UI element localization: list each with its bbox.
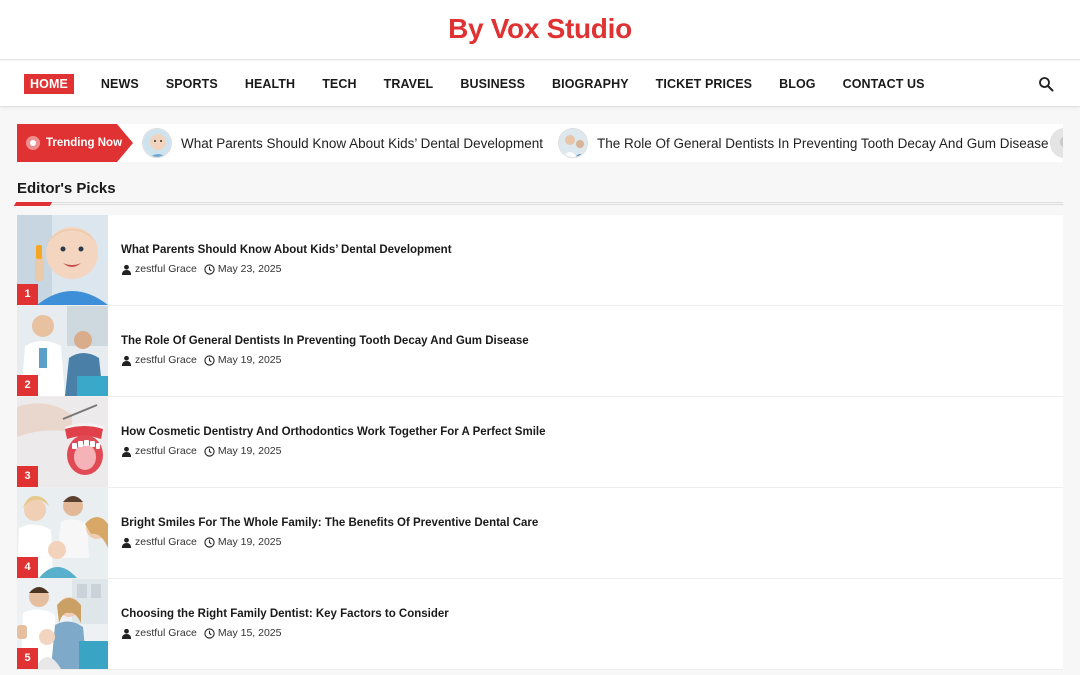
user-icon [121, 264, 132, 275]
rank-badge: 1 [17, 284, 38, 305]
nav-item-sports[interactable]: SPORTS [166, 74, 218, 94]
article-title[interactable]: Choosing the Right Family Dentist: Key F… [121, 608, 449, 620]
user-icon [121, 628, 132, 639]
ticker-thumbnail [142, 128, 172, 158]
user-icon [121, 537, 132, 548]
clock-icon [204, 263, 215, 275]
nav-item-biography[interactable]: BIOGRAPHY [552, 74, 629, 94]
list-item: 1 What Parents Should Know About Kids’ D… [17, 215, 1063, 306]
list-item: 5 Choosing the Right Family Dentist: Key… [17, 579, 1063, 670]
list-item: 3 How Cosmetic Dentistry And Orthodontic… [17, 397, 1063, 488]
trending-label: Trending Now [17, 124, 133, 162]
section-divider [17, 202, 1063, 205]
article-date[interactable]: May 19, 2025 [218, 445, 282, 457]
article-meta: zestful Grace May 19, 2025 [121, 354, 282, 366]
nav-item-travel[interactable]: TRAVEL [384, 74, 434, 94]
article-author[interactable]: zestful Grace [135, 445, 197, 457]
article-title[interactable]: How Cosmetic Dentistry And Orthodontics … [121, 426, 546, 438]
article-thumbnail[interactable]: 2 [17, 306, 108, 396]
article-date[interactable]: May 19, 2025 [218, 536, 282, 548]
article-meta: zestful Grace May 19, 2025 [121, 536, 282, 548]
section-accent-bar [13, 202, 53, 206]
article-meta: zestful Grace May 23, 2025 [121, 263, 282, 275]
site-header: By Vox Studio [0, 0, 1080, 60]
ticker-item[interactable]: The Role Of General Dentists In Preventi… [558, 128, 1048, 158]
article-meta: zestful Grace May 19, 2025 [121, 445, 282, 457]
nav-item-health[interactable]: HEALTH [245, 74, 295, 94]
article-thumbnail[interactable]: 1 [17, 215, 108, 305]
ticker-item[interactable]: What Parents Should Know About Kids’ Den… [142, 128, 543, 158]
rank-badge: 4 [17, 557, 38, 578]
rank-badge: 3 [17, 466, 38, 487]
nav-item-tech[interactable]: TECH [322, 74, 356, 94]
site-title[interactable]: By Vox Studio [448, 13, 632, 45]
clock-icon [204, 627, 215, 639]
nav-item-ticket-prices[interactable]: TICKET PRICES [656, 74, 752, 94]
section-title: Editor's Picks [17, 180, 116, 197]
user-icon [121, 355, 132, 366]
article-title[interactable]: What Parents Should Know About Kids’ Den… [121, 244, 452, 256]
ticker-thumbnail [558, 128, 588, 158]
rank-badge: 5 [17, 648, 38, 669]
search-icon[interactable] [1038, 76, 1054, 92]
article-meta: zestful Grace May 15, 2025 [121, 627, 282, 639]
trending-ticker: Trending Now What Parents Should Know Ab… [17, 124, 1063, 162]
nav-item-blog[interactable]: BLOG [779, 74, 816, 94]
user-icon [121, 446, 132, 457]
article-author[interactable]: zestful Grace [135, 263, 197, 275]
ticker-item-title: The Role Of General Dentists In Preventi… [597, 135, 1049, 151]
article-author[interactable]: zestful Grace [135, 354, 197, 366]
list-item: 2 The Role Of General Dentists In Preven… [17, 306, 1063, 397]
ticker-thumbnail [1050, 128, 1063, 158]
list-item: 4 Bright Smiles For The Whole Family: Th… [17, 488, 1063, 579]
main-nav: HOME NEWS SPORTS HEALTH TECH TRAVEL BUSI… [0, 61, 1080, 107]
article-thumbnail[interactable]: 5 [17, 579, 108, 669]
clock-icon [204, 536, 215, 548]
clock-icon [204, 445, 215, 457]
clock-icon [204, 354, 215, 366]
nav-item-contact-us[interactable]: CONTACT US [843, 74, 925, 94]
ticker-item[interactable] [1050, 128, 1063, 158]
article-author[interactable]: zestful Grace [135, 536, 197, 548]
article-title[interactable]: The Role Of General Dentists In Preventi… [121, 335, 529, 347]
nav-item-business[interactable]: BUSINESS [460, 74, 525, 94]
editors-picks-list: 1 What Parents Should Know About Kids’ D… [17, 215, 1063, 670]
article-author[interactable]: zestful Grace [135, 627, 197, 639]
live-dot-icon [26, 136, 40, 150]
nav-list: HOME NEWS SPORTS HEALTH TECH TRAVEL BUSI… [24, 74, 952, 94]
article-date[interactable]: May 19, 2025 [218, 354, 282, 366]
nav-item-home[interactable]: HOME [24, 74, 74, 94]
article-thumbnail[interactable]: 3 [17, 397, 108, 487]
article-date[interactable]: May 15, 2025 [218, 627, 282, 639]
rank-badge: 2 [17, 375, 38, 396]
article-title[interactable]: Bright Smiles For The Whole Family: The … [121, 517, 538, 529]
article-thumbnail[interactable]: 4 [17, 488, 108, 578]
article-date[interactable]: May 23, 2025 [218, 263, 282, 275]
nav-item-news[interactable]: NEWS [101, 74, 139, 94]
ticker-item-title: What Parents Should Know About Kids’ Den… [181, 135, 543, 151]
trending-label-text: Trending Now [46, 137, 123, 149]
